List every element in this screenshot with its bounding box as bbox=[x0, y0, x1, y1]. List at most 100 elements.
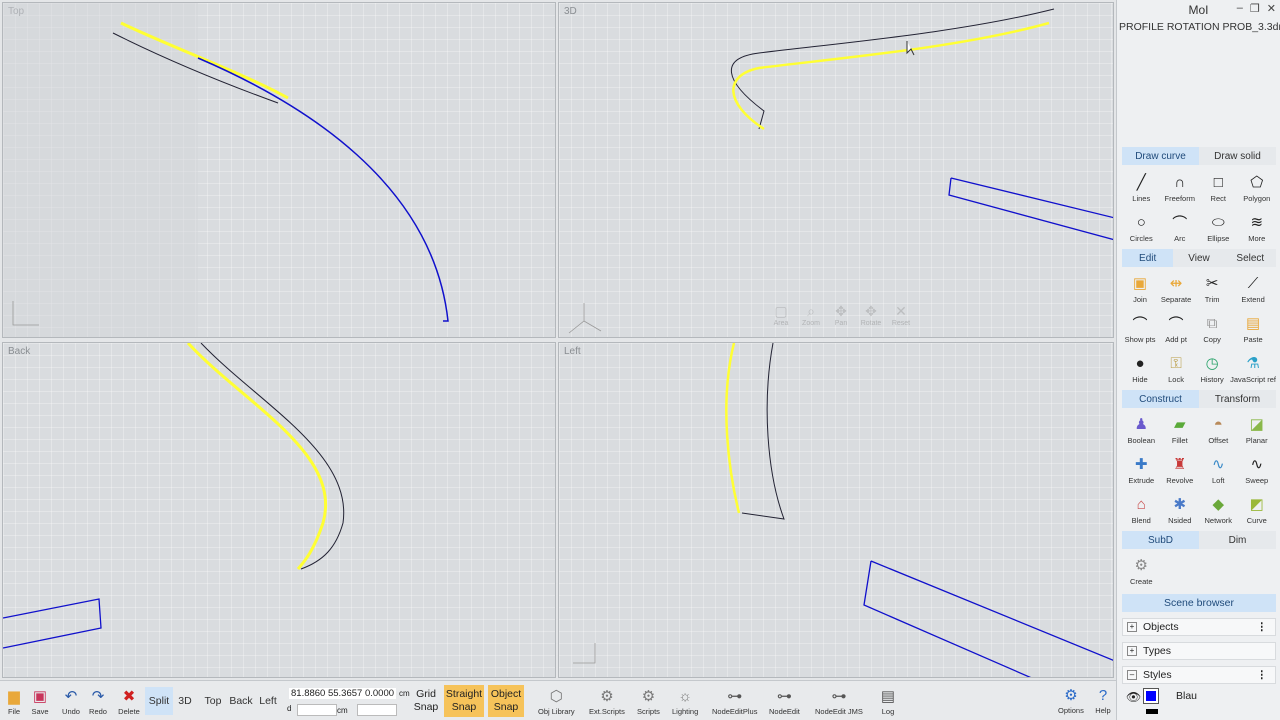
tool-history[interactable]: ◷ History bbox=[1194, 351, 1230, 389]
view-top-button[interactable]: Top bbox=[200, 687, 226, 715]
tool-revolve[interactable]: ♜ Revolve bbox=[1161, 452, 1200, 490]
menu-icon[interactable]: ⋮ bbox=[1257, 621, 1268, 633]
rect-icon: □ bbox=[1213, 173, 1223, 191]
back-view-canvas[interactable] bbox=[3, 343, 556, 678]
tool-extrude[interactable]: ✚ Extrude bbox=[1122, 452, 1161, 490]
straight-snap-toggle[interactable]: Straight Snap bbox=[444, 685, 484, 717]
viewport-3d[interactable]: 3D ▢ Area ⌕ Zoom ✥ Pan ✥ Rotate ✕ Reset bbox=[558, 2, 1114, 338]
nav-zoom[interactable]: ⌕ Zoom bbox=[799, 303, 823, 327]
tool-polygon[interactable]: ⬠ Polygon bbox=[1238, 170, 1277, 208]
scene-item-objects[interactable]: + Objects ⋮ bbox=[1122, 618, 1276, 636]
scripts-button[interactable]: ⚙ Scripts bbox=[637, 685, 660, 716]
viewport-top[interactable]: Top bbox=[2, 2, 556, 338]
expand-icon[interactable]: + bbox=[1127, 646, 1137, 656]
tab-view[interactable]: View bbox=[1173, 249, 1224, 267]
tool-add-pt[interactable]: ⌒ Add pt bbox=[1158, 311, 1194, 349]
nav-rotate[interactable]: ✥ Rotate bbox=[859, 303, 883, 327]
tab-dim[interactable]: Dim bbox=[1199, 531, 1276, 549]
ext-scripts-button[interactable]: ⚙ Ext.Scripts bbox=[589, 685, 625, 716]
tool-curve[interactable]: ◩ Curve bbox=[1238, 492, 1277, 530]
tool-offset[interactable]: ◓ Offset bbox=[1199, 412, 1238, 450]
tab-transform[interactable]: Transform bbox=[1199, 390, 1276, 408]
nodes-icon: ⊶ bbox=[727, 688, 743, 705]
lighting-button[interactable]: ☼ Lighting bbox=[672, 685, 698, 717]
viewport-back[interactable]: Back bbox=[2, 342, 556, 678]
tab-edit[interactable]: Edit bbox=[1122, 249, 1174, 267]
tool-hide[interactable]: ● Hide bbox=[1122, 351, 1158, 389]
tab-subd[interactable]: SubD bbox=[1122, 531, 1199, 549]
collapse-icon[interactable]: – bbox=[1127, 670, 1137, 680]
blue-curve bbox=[197, 57, 449, 322]
view-nav-controls[interactable]: ▢ Area ⌕ Zoom ✥ Pan ✥ Rotate ✕ Reset bbox=[769, 303, 913, 327]
tool-planar[interactable]: ◪ Planar bbox=[1238, 412, 1277, 450]
nodeedit-button[interactable]: ⊶ NodeEdit bbox=[769, 685, 800, 716]
tool-copy[interactable]: ⧉ Copy bbox=[1194, 311, 1230, 349]
tool-paste[interactable]: ▤ Paste bbox=[1230, 311, 1276, 349]
top-view-canvas[interactable] bbox=[3, 3, 556, 338]
tool-circles[interactable]: ○ Circles bbox=[1122, 210, 1161, 248]
view-back-button[interactable]: Back bbox=[228, 687, 254, 715]
viewport-left[interactable]: Left bbox=[558, 342, 1114, 678]
nodeedit-jms-button[interactable]: ⊶ NodeEdit JMS bbox=[815, 685, 863, 716]
left-view-canvas[interactable] bbox=[559, 343, 1114, 678]
minimize-icon[interactable]: – bbox=[1237, 2, 1243, 15]
tool-rect[interactable]: □ Rect bbox=[1199, 170, 1238, 208]
style-color-swatch[interactable] bbox=[1143, 688, 1159, 704]
tool-arc[interactable]: ⌒ Arc bbox=[1161, 210, 1200, 248]
tab-construct[interactable]: Construct bbox=[1122, 390, 1199, 408]
nav-pan[interactable]: ✥ Pan bbox=[829, 303, 853, 327]
view-split-button[interactable]: Split bbox=[145, 687, 173, 715]
tool-trim[interactable]: ✂ Trim bbox=[1194, 271, 1230, 309]
tool-network[interactable]: ◆ Network bbox=[1199, 492, 1238, 530]
tab-draw-solid[interactable]: Draw solid bbox=[1199, 147, 1276, 165]
3d-view-canvas[interactable] bbox=[559, 3, 1114, 338]
tool-nsided[interactable]: ✱ Nsided bbox=[1161, 492, 1200, 530]
delete-button[interactable]: ✖ Delete bbox=[118, 685, 140, 716]
tab-draw-curve[interactable]: Draw curve bbox=[1122, 147, 1199, 165]
nodeeditplus-button[interactable]: ⊶ NodeEditPlus bbox=[712, 685, 757, 716]
help-button[interactable]: ? Help bbox=[1092, 684, 1114, 716]
tool-ellipse[interactable]: ⬭ Ellipse bbox=[1199, 210, 1238, 248]
tool-sweep[interactable]: ∿ Sweep bbox=[1238, 452, 1277, 490]
eye-icon[interactable]: 👁 bbox=[1126, 690, 1141, 704]
obj-library-button[interactable]: ⬡ Obj Library bbox=[538, 685, 575, 716]
tool-show-pts[interactable]: ⌒ Show pts bbox=[1122, 311, 1158, 349]
tool-loft[interactable]: ∿ Loft bbox=[1199, 452, 1238, 490]
tool-lines[interactable]: ╱ Lines bbox=[1122, 170, 1161, 208]
tool-freeform[interactable]: ∩ Freeform bbox=[1161, 170, 1200, 208]
expand-icon[interactable]: + bbox=[1127, 622, 1137, 632]
menu-icon[interactable]: ⋮ bbox=[1257, 669, 1268, 681]
file-button[interactable]: ▆ File bbox=[3, 685, 25, 716]
angle-input[interactable] bbox=[357, 704, 397, 716]
nav-area[interactable]: ▢ Area bbox=[769, 303, 793, 327]
log-button[interactable]: ▤ Log bbox=[877, 685, 899, 716]
undo-button[interactable]: ↶ Undo bbox=[60, 685, 82, 716]
scene-item-types[interactable]: + Types bbox=[1122, 642, 1276, 660]
tool-create[interactable]: ⚙ Create bbox=[1122, 553, 1161, 591]
view-3d-button[interactable]: 3D bbox=[175, 687, 195, 715]
tool-lock[interactable]: ⚿ Lock bbox=[1158, 351, 1194, 389]
tool-extend[interactable]: ⟋ Extend bbox=[1230, 271, 1276, 309]
tool-more[interactable]: ≋ More bbox=[1238, 210, 1277, 248]
side-panel: MoI – ❐ ✕ PROFILE ROTATION PROB_3.3dm* D… bbox=[1116, 0, 1280, 720]
maximize-icon[interactable]: ❐ bbox=[1250, 2, 1260, 15]
distance-input[interactable] bbox=[297, 704, 337, 716]
tool-join[interactable]: ▣ Join bbox=[1122, 271, 1158, 309]
close-icon[interactable]: ✕ bbox=[1267, 2, 1276, 15]
tool-separate[interactable]: ⇹ Separate bbox=[1158, 271, 1194, 309]
options-button[interactable]: ⚙ Options bbox=[1058, 684, 1084, 715]
view-left-button[interactable]: Left bbox=[256, 687, 280, 715]
tool-boolean[interactable]: ♟ Boolean bbox=[1122, 412, 1161, 450]
style-row[interactable]: 👁 Blau bbox=[1116, 684, 1280, 720]
grid-snap-toggle[interactable]: Grid Snap bbox=[412, 685, 440, 717]
tool-fillet[interactable]: ▰ Fillet bbox=[1161, 412, 1200, 450]
object-snap-toggle[interactable]: Object Snap bbox=[488, 685, 524, 717]
scene-browser-header[interactable]: Scene browser bbox=[1122, 594, 1276, 612]
save-button[interactable]: ▣ Save bbox=[29, 685, 51, 716]
tool-blend[interactable]: ⌂ Blend bbox=[1122, 492, 1161, 530]
nav-reset[interactable]: ✕ Reset bbox=[889, 303, 913, 327]
redo-button[interactable]: ↷ Redo bbox=[87, 685, 109, 716]
tab-select[interactable]: Select bbox=[1225, 249, 1276, 267]
scene-item-styles[interactable]: – Styles ⋮ bbox=[1122, 666, 1276, 684]
tool-javascript-ref[interactable]: ⚗ JavaScript ref bbox=[1230, 351, 1276, 389]
